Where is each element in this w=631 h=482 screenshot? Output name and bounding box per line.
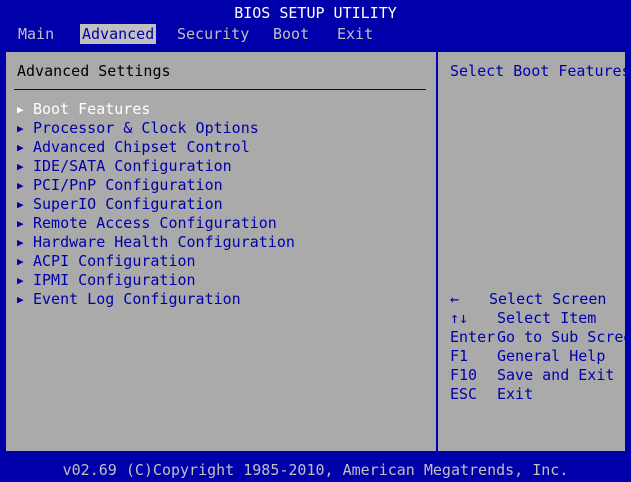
triangle-right-icon: ▶ [17,274,24,287]
key-hint: ESC Exit [450,385,631,404]
submenu-item-label: Boot Features [33,100,151,118]
submenu-list: ▶ Boot Features ▶ Processor & Clock Option… [17,100,295,309]
tab-exit[interactable]: Exit [335,24,375,44]
triangle-right-icon: ▶ [17,293,24,306]
triangle-right-icon: ▶ [17,179,24,192]
submenu-item-ide-sata[interactable]: ▶ IDE/SATA Configuration [17,157,295,176]
key-action: Select Item [497,309,597,327]
key-hint: F1 General Help [450,347,631,366]
esc-key: ESC [450,385,478,403]
triangle-right-icon: ▶ [17,103,24,116]
submenu-item-label: Remote Access Configuration [33,214,277,232]
heading-rule [14,89,426,90]
key-hint: Enter Go to Sub Screen [450,328,631,347]
submenu-item-remote-access[interactable]: ▶ Remote Access Configuration [17,214,295,233]
submenu-item-label: PCI/PnP Configuration [33,176,223,194]
submenu-item-label: IDE/SATA Configuration [33,157,232,175]
key-action: Save and Exit [497,366,615,384]
submenu-item-boot-features[interactable]: ▶ Boot Features [17,100,295,119]
key-action: Exit [497,385,534,403]
triangle-right-icon: ▶ [17,160,24,173]
key-hint: F10 Save and Exit [450,366,631,385]
submenu-item-event-log[interactable]: ▶ Event Log Configuration [17,290,295,309]
submenu-item-superio[interactable]: ▶ SuperIO Configuration [17,195,295,214]
f1-key: F1 [450,347,469,365]
triangle-right-icon: ▶ [17,236,24,249]
submenu-item-label: Event Log Configuration [33,290,241,308]
key-legend: ← Select Screen ↑↓ Select Item Enter Go to … [450,290,631,404]
panel-heading: Advanced Settings [17,62,171,80]
key-action: Select Screen [489,290,607,308]
window-title: BIOS SETUP UTILITY [0,0,631,24]
copyright-footer: v02.69 (C)Copyright 1985-2010, American … [0,458,631,479]
menu-bar: Main Advanced Security Boot Exit [0,24,631,44]
submenu-item-label: Processor & Clock Options [33,119,259,137]
submenu-item-chipset[interactable]: ▶ Advanced Chipset Control [17,138,295,157]
submenu-item-pci-pnp[interactable]: ▶ PCI/PnP Configuration [17,176,295,195]
tab-main[interactable]: Main [16,24,56,44]
enter-key: Enter [450,328,496,346]
up-down-arrow-key: ↑↓ [450,309,469,327]
submenu-item-label: IPMI Configuration [33,271,196,289]
submenu-item-acpi[interactable]: ▶ ACPI Configuration [17,252,295,271]
triangle-right-icon: ▶ [17,198,24,211]
key-hint: ↑↓ Select Item [450,309,631,328]
submenu-item-hardware-health[interactable]: ▶ Hardware Health Configuration [17,233,295,252]
submenu-item-label: Advanced Chipset Control [33,138,250,156]
f10-key: F10 [450,366,478,384]
triangle-right-icon: ▶ [17,255,24,268]
submenu-item-label: ACPI Configuration [33,252,196,270]
submenu-item-ipmi[interactable]: ▶ IPMI Configuration [17,271,295,290]
tab-advanced[interactable]: Advanced [80,24,157,44]
key-hint: ← Select Screen [450,290,631,309]
tab-security[interactable]: Security [175,24,251,44]
submenu-item-label: Hardware Health Configuration [33,233,295,251]
triangle-right-icon: ▶ [17,122,24,135]
submenu-item-processor-clock[interactable]: ▶ Processor & Clock Options [17,119,295,138]
left-arrow-key: ← [450,290,460,308]
panel-divider [436,51,438,452]
key-action: General Help [497,347,606,365]
triangle-right-icon: ▶ [17,217,24,230]
help-description: Select Boot Features [450,62,631,80]
tab-boot[interactable]: Boot [271,24,311,44]
key-action: Go to Sub Screen [497,328,631,346]
submenu-item-label: SuperIO Configuration [33,195,223,213]
triangle-right-icon: ▶ [17,141,24,154]
